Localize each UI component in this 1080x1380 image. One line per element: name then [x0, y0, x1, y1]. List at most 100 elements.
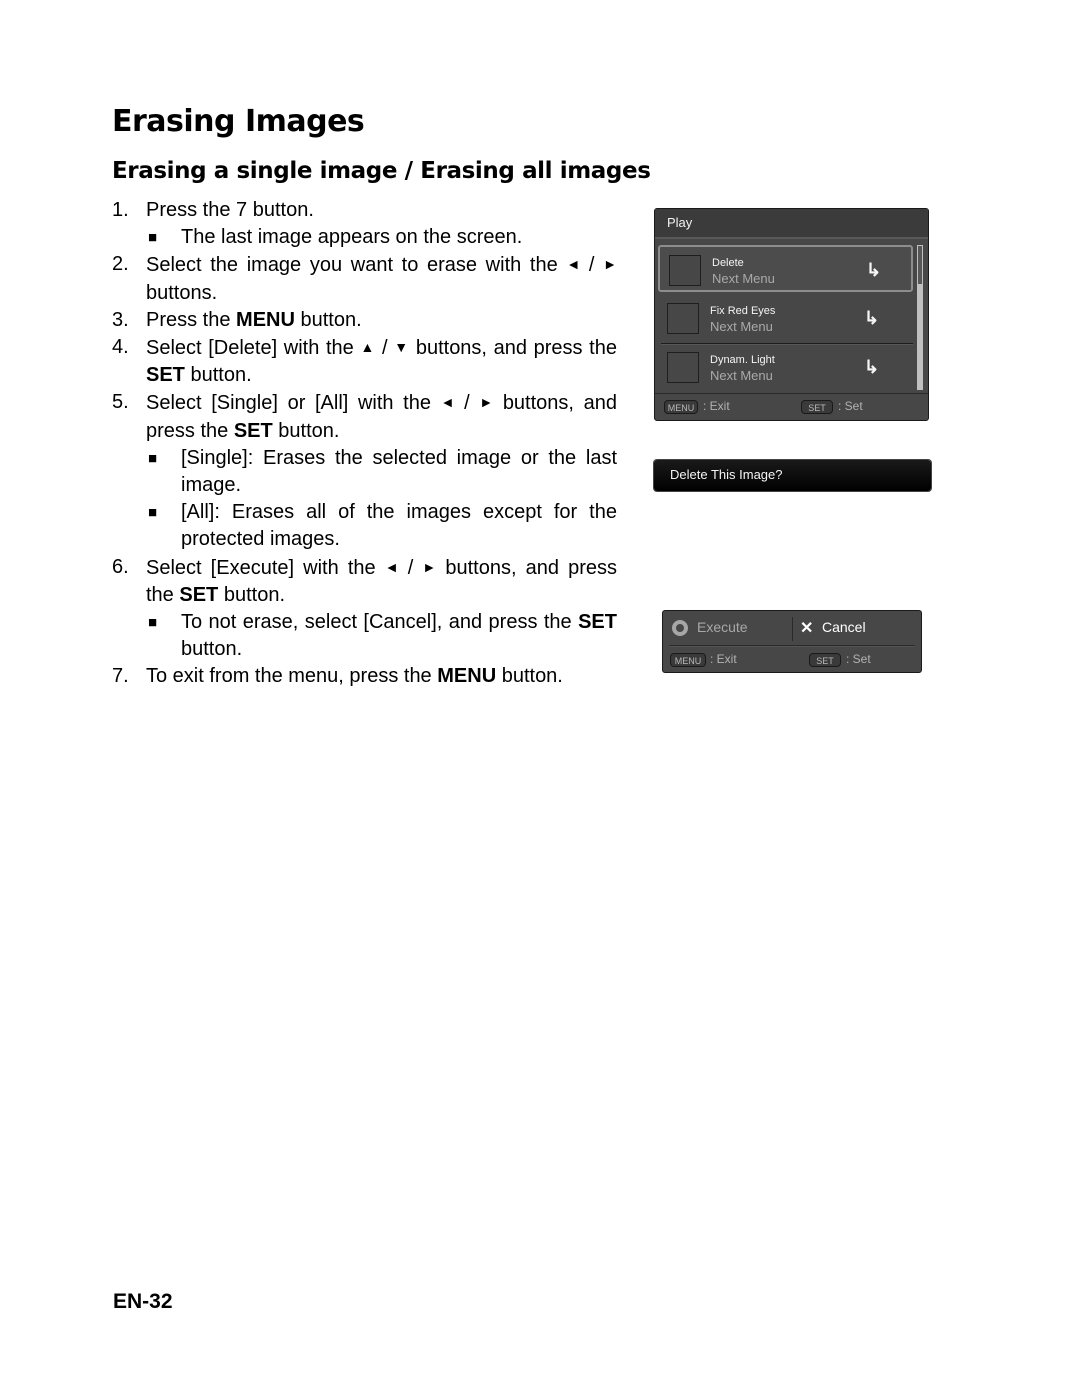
step-text-part: button. [190, 364, 252, 387]
step-text: Select [Execute] with the ◄ / ► buttons,… [146, 554, 617, 609]
step-number: 6. [112, 555, 129, 578]
step-text: Press the 7 button. [146, 199, 314, 221]
execute-option[interactable]: Execute [697, 619, 748, 635]
right-triangle-icon: ► [479, 394, 494, 411]
step-number: 4. [112, 336, 129, 359]
section-title: Erasing a single image / Erasing all ima… [112, 158, 651, 184]
menu-scrollbar-thumb[interactable] [917, 245, 923, 285]
menu-item-label: Fix Red Eyes [710, 305, 776, 317]
slash: / [464, 392, 470, 415]
bullet-square-icon: ■ [148, 614, 158, 632]
submenu-arrow-icon: ↳ [864, 357, 880, 377]
page-number: EN-32 [113, 1290, 173, 1313]
note-text: [Single]: Erases the selected image or t… [181, 446, 617, 497]
steps-list: 1. Press the 7 button. ■ The last image … [112, 197, 617, 691]
step-number: 7. [112, 665, 129, 688]
step-5-note-all: ■ [All]: Erases all of the images except… [146, 499, 617, 553]
note-text-part: To not erase, select [Cancel], and press… [181, 611, 572, 634]
delete-icon-placeholder [669, 255, 701, 286]
step-1: 1. Press the 7 button. [112, 197, 617, 224]
down-triangle-icon: ▼ [394, 339, 410, 356]
submenu-arrow-icon: ↳ [866, 260, 882, 280]
step-text-part: Select [Execute] with the [146, 556, 376, 579]
step-number: 5. [112, 391, 129, 414]
step-5-note-single: ■ [Single]: Erases the selected image or… [146, 445, 617, 499]
step-text-part: button. [278, 419, 340, 442]
step-3: 3. Press the MENU button. [112, 307, 617, 334]
step-6-note: ■ To not erase, select [Cancel], and pre… [146, 609, 617, 663]
note-text: The last image appears on the screen. [181, 226, 523, 249]
cancel-x-icon: ✕ [800, 620, 814, 637]
step-text-part: button. [501, 665, 563, 688]
slash: / [407, 556, 414, 579]
step-6: 6. Select [Execute] with the ◄ / ► butto… [112, 554, 617, 609]
right-triangle-icon: ► [603, 256, 618, 273]
up-triangle-icon: ▲ [360, 339, 376, 356]
menu-item-dynam-light[interactable]: Dynam. Light Next Menu ↳ [658, 344, 913, 391]
menu-key-icon: MENU [664, 400, 698, 414]
menu-item-label: Dynam. Light [710, 354, 775, 366]
step-text-part: Press the [146, 308, 231, 331]
bullet-square-icon: ■ [148, 504, 158, 522]
button-name: SET [578, 611, 617, 634]
left-triangle-icon: ◄ [384, 558, 399, 575]
bullet-square-icon: ■ [148, 449, 158, 467]
page-title: Erasing Images [112, 104, 365, 139]
step-5: 5. Select [Single] or [All] with the ◄ /… [112, 389, 617, 444]
execute-radio-icon[interactable] [672, 620, 688, 636]
slash: / [382, 337, 388, 360]
step-number: 1. [112, 199, 129, 221]
hint-set: : Set [846, 652, 871, 666]
menu-item-delete[interactable]: Delete Next Menu ↳ [658, 245, 913, 292]
note-text-part: button. [181, 638, 243, 661]
step-text: To exit from the menu, press the MENU bu… [146, 663, 617, 690]
step-text-part: button. [223, 583, 286, 606]
step-number: 2. [112, 253, 129, 276]
left-triangle-icon: ◄ [566, 256, 581, 273]
button-name: SET [233, 419, 273, 442]
step-text: Select [Delete] with the ▲ / ▼ buttons, … [146, 334, 617, 389]
step-text: Select [Single] or [All] with the ◄ / ► … [146, 389, 617, 444]
set-key-icon: SET [809, 653, 841, 667]
left-triangle-icon: ◄ [440, 394, 455, 411]
menu-item-sub: Next Menu [710, 368, 773, 383]
step-text-part: button. [300, 308, 362, 331]
step-4: 4. Select [Delete] with the ▲ / ▼ button… [112, 334, 617, 389]
light-icon-placeholder [667, 352, 699, 383]
step-1-note: ■ The last image appears on the screen. [146, 224, 617, 251]
button-name: MENU [236, 308, 295, 331]
step-number: 3. [112, 308, 129, 331]
note-text: To not erase, select [Cancel], and press… [181, 609, 617, 663]
submenu-arrow-icon: ↳ [864, 308, 880, 328]
execute-cancel-screen: Execute ✕ Cancel MENU : Exit SET : Set [662, 610, 922, 673]
execute-hint-bar: MENU : Exit SET : Set [663, 647, 921, 675]
cancel-option[interactable]: Cancel [822, 619, 866, 635]
menu-item-fix-red-eyes[interactable]: Fix Red Eyes Next Menu ↳ [658, 295, 913, 342]
menu-hint-bar: MENU : Exit SET : Set [655, 393, 928, 422]
right-triangle-icon: ► [422, 558, 437, 575]
menu-key-icon: MENU [670, 653, 706, 667]
slash: / [588, 254, 595, 277]
step-text: Press the MENU button. [146, 307, 617, 334]
step-text-part: Select the image you want to erase with … [146, 254, 558, 277]
button-name: SET [179, 583, 219, 606]
step-text: Select the image you want to erase with … [146, 251, 617, 306]
hint-exit: : Exit [710, 652, 737, 666]
menu-item-sub: Next Menu [710, 319, 773, 334]
menu-title: Play [655, 209, 928, 239]
delete-prompt-banner: Delete This Image? [654, 460, 931, 491]
step-text-part: buttons. [146, 281, 218, 304]
hint-exit: : Exit [703, 399, 730, 413]
play-menu-screen: Play Delete Next Menu ↳ Fix Red Eyes Nex… [654, 208, 929, 421]
set-key-icon: SET [801, 400, 833, 414]
step-2: 2. Select the image you want to erase wi… [112, 251, 617, 306]
note-text: [All]: Erases all of the images except f… [181, 501, 617, 551]
step-text-part: Select [Delete] with the [146, 337, 354, 360]
option-separator [792, 617, 793, 641]
button-name: SET [146, 364, 185, 387]
button-name: MENU [437, 665, 497, 688]
step-7: 7. To exit from the menu, press the MENU… [112, 663, 617, 690]
menu-item-sub: Next Menu [712, 271, 775, 286]
red-eye-icon-placeholder [667, 303, 699, 334]
step-text-part: To exit from the menu, press the [146, 665, 432, 688]
